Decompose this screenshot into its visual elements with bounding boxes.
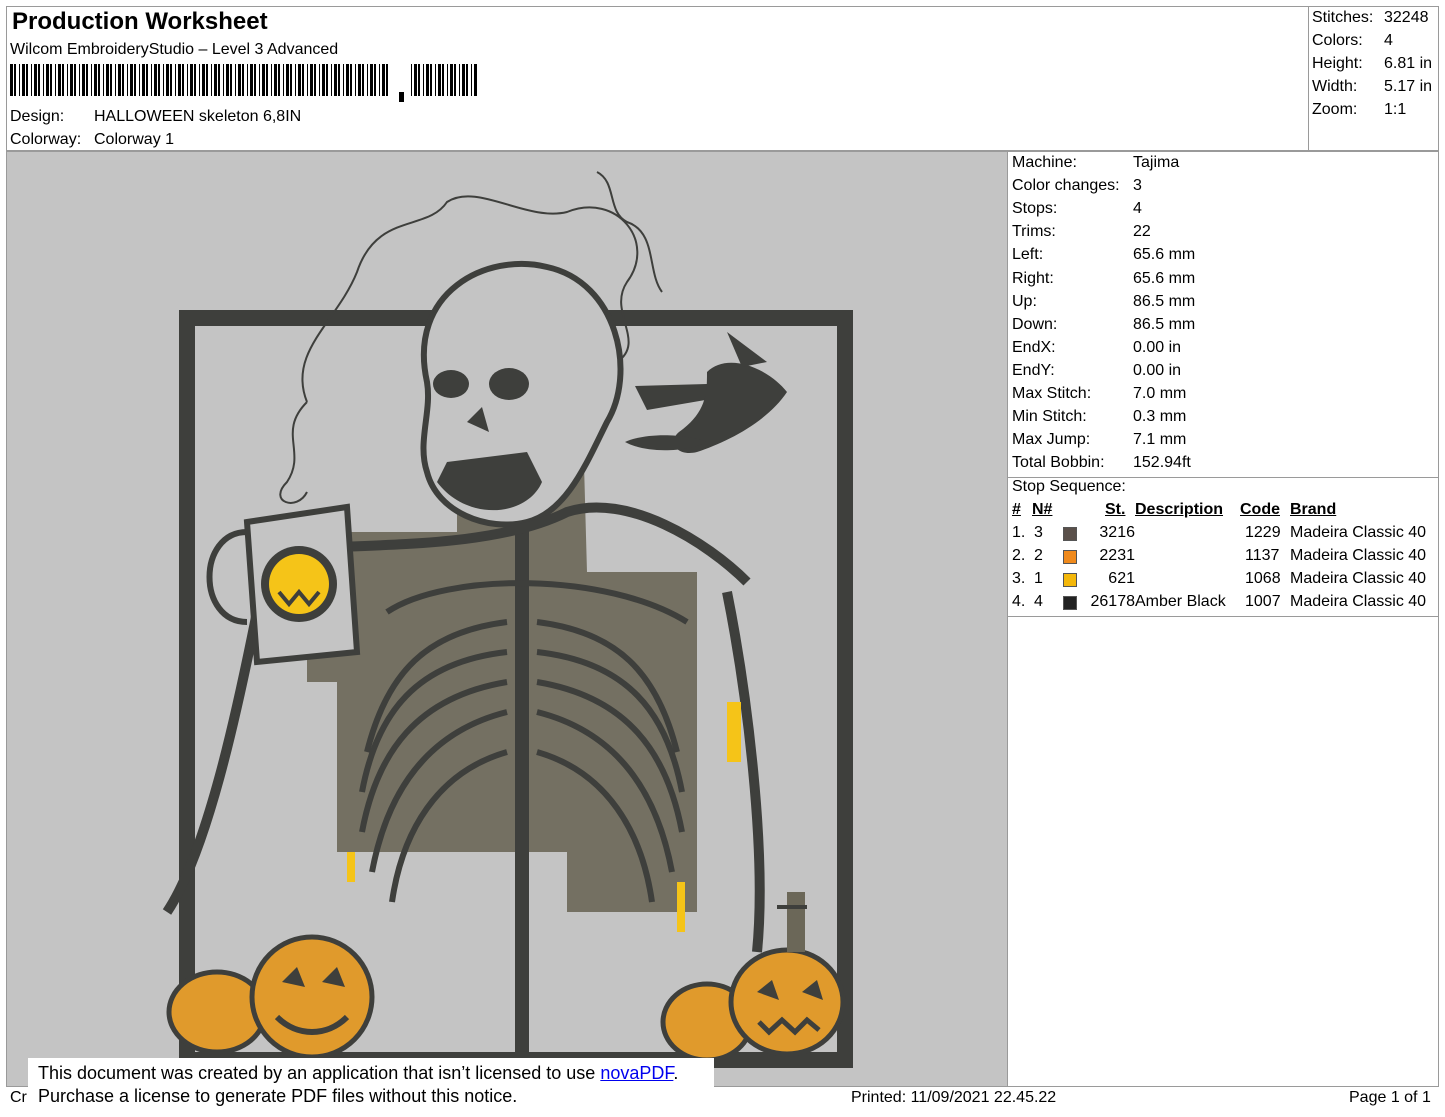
notice-line2: Purchase a license to generate PDF files… xyxy=(38,1086,518,1106)
page-title: Production Worksheet xyxy=(12,8,268,35)
col-description-header: Description xyxy=(1135,501,1224,518)
machine-info-value: 0.3 mm xyxy=(1133,408,1187,426)
machine-info-label: Up: xyxy=(1012,292,1037,310)
machine-info-panel: Machine: Tajima Color changes: 3 Stops: 4 Trim… xyxy=(1008,151,1439,1087)
stop-row-brand: Madeira Classic 40 xyxy=(1290,524,1427,541)
machine-info-value: 7.0 mm xyxy=(1133,385,1187,402)
section-divider xyxy=(1008,616,1438,617)
machine-info-value: 65.6 mm xyxy=(1133,246,1196,264)
stop-row-needle: 1 xyxy=(1034,570,1043,587)
stop-row-brand: Madeira Classic 40 xyxy=(1290,547,1427,564)
machine-info-label: Down: xyxy=(1012,315,1058,333)
stop-row-brand: Madeira Classic 40 xyxy=(1290,570,1427,587)
col-n-header: N# xyxy=(1032,501,1053,518)
stop-row-needle: 3 xyxy=(1034,524,1043,541)
skeleton-embroidery-image xyxy=(162,171,853,1068)
stop-row-code: 1137 xyxy=(1245,547,1280,564)
col-brand-header: Brand xyxy=(1290,501,1337,518)
machine-info-value: 7.1 mm xyxy=(1133,431,1187,449)
stop-row-code: 1007 xyxy=(1245,593,1281,610)
stop-row-stitches: 621 xyxy=(1108,570,1135,587)
col-code-header: Code xyxy=(1240,501,1280,518)
thread-color-swatch xyxy=(1063,573,1077,587)
machine-info-label: Color changes: xyxy=(1012,177,1120,195)
notice-line1: This document was created by an applicat… xyxy=(38,1063,601,1083)
stop-row-needle: 2 xyxy=(1034,547,1043,564)
machine-info-label: Min Stitch: xyxy=(1012,408,1087,426)
machine-info-label: Left: xyxy=(1012,246,1044,264)
col-st-header: St. xyxy=(1105,501,1126,518)
stop-row-stitches: 3216 xyxy=(1099,524,1135,541)
stop-row-number: 3. xyxy=(1012,570,1026,587)
machine-info-value: 86.5 mm xyxy=(1133,315,1196,333)
machine-info-label: Max Stitch: xyxy=(1012,385,1092,402)
stop-row-number: 2. xyxy=(1012,547,1026,564)
thread-color-swatch xyxy=(1063,550,1077,564)
stop-row-needle: 4 xyxy=(1034,593,1043,610)
machine-info-value: Tajima xyxy=(1133,154,1180,171)
colors-label: Colors: xyxy=(1312,32,1363,49)
machine-info-value: 3 xyxy=(1133,177,1142,195)
zoom-label: Zoom: xyxy=(1312,101,1358,118)
machine-info-label: EndY: xyxy=(1012,361,1055,379)
width-label: Width: xyxy=(1312,78,1358,95)
machine-info-label: Right: xyxy=(1012,269,1054,287)
colorway-label: Colorway: xyxy=(10,131,82,148)
design-preview xyxy=(6,151,1008,1087)
stop-row-stitches: 2231 xyxy=(1099,547,1135,564)
stop-row-brand: Madeira Classic 40 xyxy=(1290,593,1427,610)
stop-sequence-title: Stop Sequence: xyxy=(1012,478,1126,495)
machine-info-value: 152.94ft xyxy=(1133,454,1191,472)
stitches-label: Stitches: xyxy=(1312,9,1374,26)
stop-row-code: 1068 xyxy=(1245,570,1281,587)
stop-row-description: Amber Black xyxy=(1135,593,1226,610)
stop-row-code: 1229 xyxy=(1245,524,1281,541)
height-value: 6.81 in xyxy=(1384,55,1433,72)
page-number: Page 1 of 1 xyxy=(1349,1089,1431,1106)
machine-info-value: 22 xyxy=(1133,223,1151,241)
colors-value: 4 xyxy=(1384,32,1393,49)
design-value: HALLOWEEN skeleton 6,8IN xyxy=(94,108,302,125)
design-label: Design: xyxy=(10,108,65,125)
pumpkin-group xyxy=(166,892,846,1063)
machine-info-label: Max Jump: xyxy=(1012,431,1091,449)
stop-row-stitches: 26178 xyxy=(1090,593,1136,610)
license-notice: This document was created by an applicat… xyxy=(28,1058,714,1117)
barcode-image xyxy=(10,64,477,102)
notice-line1-end: . xyxy=(673,1063,679,1083)
machine-info-label: EndX: xyxy=(1012,338,1056,356)
stop-row-number: 4. xyxy=(1012,593,1026,610)
stop-row-number: 1. xyxy=(1012,524,1026,541)
machine-info-value: 86.5 mm xyxy=(1133,292,1196,310)
width-value: 5.17 in xyxy=(1384,78,1433,95)
stitches-value: 32248 xyxy=(1384,9,1429,26)
height-label: Height: xyxy=(1312,55,1363,72)
machine-info-label: Stops: xyxy=(1012,200,1058,218)
printed-timestamp: Printed: 11/09/2021 22.45.22 xyxy=(851,1089,1057,1106)
machine-info-value: 65.6 mm xyxy=(1133,269,1196,287)
thread-color-swatch xyxy=(1063,527,1077,541)
thread-color-swatch xyxy=(1063,596,1077,610)
footer-cr-text: Cr xyxy=(10,1089,27,1106)
machine-info-value: 0.00 in xyxy=(1133,338,1182,356)
software-name: Wilcom EmbroideryStudio – Level 3 Advanc… xyxy=(10,41,339,58)
machine-info-label: Total Bobbin: xyxy=(1012,454,1105,472)
machine-info-label: Trims: xyxy=(1012,223,1056,241)
col-num-header: # xyxy=(1012,501,1021,518)
machine-info-value: 4 xyxy=(1133,200,1142,218)
novapdf-link[interactable]: novaPDF xyxy=(600,1063,673,1083)
machine-info-value: 0.00 in xyxy=(1133,361,1182,379)
stats-panel: Stitches: 32248 Colors: 4 Height: 6.81 i… xyxy=(1308,6,1440,151)
zoom-value: 1:1 xyxy=(1384,101,1407,118)
colorway-value: Colorway 1 xyxy=(94,131,175,148)
machine-info-label: Machine: xyxy=(1012,154,1077,171)
